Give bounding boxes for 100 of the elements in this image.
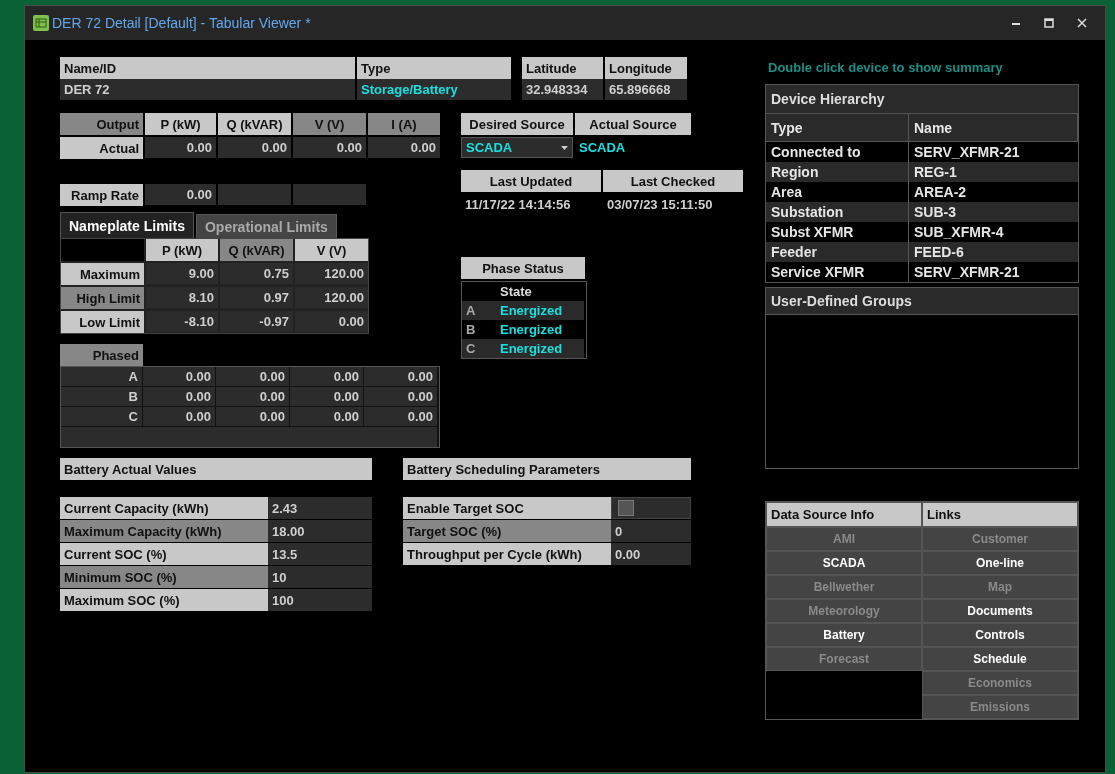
row-header: Ramp Rate bbox=[60, 184, 143, 206]
column-header: Last Checked bbox=[603, 170, 743, 192]
table-cell: REG-1 bbox=[909, 162, 1078, 182]
caret-icon bbox=[561, 145, 568, 150]
window-title: DER 72 Detail [Default] - Tabular Viewer * bbox=[52, 15, 311, 31]
table-cell: Storage/Battery bbox=[357, 79, 511, 100]
table-cell: 9.00 bbox=[146, 263, 218, 284]
table-cell: 0.00 bbox=[293, 137, 366, 158]
table-cell: 120.00 bbox=[295, 287, 368, 308]
table-cell: Substation bbox=[766, 202, 909, 222]
table-cell: Energized bbox=[496, 339, 584, 358]
row-header: Actual bbox=[60, 137, 143, 159]
table-cell: 0.00 bbox=[143, 407, 215, 426]
table-cell: 0.00 bbox=[364, 367, 437, 386]
table-cell: 0.00 bbox=[143, 387, 215, 406]
link-button[interactable]: One-line bbox=[922, 551, 1078, 575]
row-header: Target SOC (%) bbox=[403, 520, 611, 542]
section-header: Phase Status bbox=[461, 257, 585, 279]
table-cell: 0.00 bbox=[295, 311, 368, 332]
row-header: Maximum bbox=[61, 263, 144, 285]
table-cell: Energized bbox=[496, 301, 584, 320]
table-cell: 0.97 bbox=[220, 287, 293, 308]
table-cell: 0.00 bbox=[216, 367, 289, 386]
row-header: Enable Target SOC bbox=[403, 497, 611, 519]
column-header: Latitude bbox=[522, 57, 603, 79]
column-header: I (A) bbox=[368, 113, 440, 135]
tab[interactable]: Operational Limits bbox=[195, 214, 337, 238]
table-cell: 0.00 bbox=[290, 367, 363, 386]
link-button[interactable]: Controls bbox=[922, 623, 1078, 647]
table-cell: 0.00 bbox=[218, 137, 291, 158]
table-cell: 18.00 bbox=[268, 520, 372, 542]
close-icon[interactable] bbox=[1075, 16, 1089, 30]
row-header: Maximum Capacity (kWh) bbox=[60, 520, 268, 542]
data-source-button[interactable]: Battery bbox=[766, 623, 922, 647]
link-button[interactable]: Schedule bbox=[922, 647, 1078, 671]
source-dropdown[interactable]: SCADA bbox=[461, 137, 573, 158]
column-header: Links bbox=[922, 502, 1078, 527]
row-header: C bbox=[61, 407, 142, 426]
section-header: Battery Scheduling Parameters bbox=[403, 458, 691, 480]
table-cell: 0.00 bbox=[368, 137, 440, 158]
table-cell: SUB-3 bbox=[909, 202, 1078, 222]
row-header: Maximum SOC (%) bbox=[60, 589, 268, 611]
section-header: Battery Actual Values bbox=[60, 458, 372, 480]
table-cell: 32.948334 bbox=[522, 79, 603, 100]
column-header: P (kW) bbox=[145, 113, 216, 135]
table-cell: 0.00 bbox=[290, 387, 363, 406]
table-cell: 0.00 bbox=[290, 407, 363, 426]
table-cell: 100 bbox=[268, 589, 372, 611]
table-cell: 0 bbox=[611, 520, 691, 542]
row-header: Minimum SOC (%) bbox=[60, 566, 268, 588]
table-cell: 0.00 bbox=[216, 407, 289, 426]
data-source-button[interactable]: SCADA bbox=[766, 551, 922, 575]
row-header: A bbox=[61, 367, 142, 386]
table-cell: 0.75 bbox=[220, 263, 293, 284]
table-cell: 0.00 bbox=[143, 367, 215, 386]
column-header: Type bbox=[357, 57, 511, 79]
table-icon bbox=[33, 15, 49, 31]
table-cell: DER 72 bbox=[60, 79, 355, 100]
column-header: State bbox=[499, 283, 533, 301]
column-header: Type bbox=[766, 114, 909, 142]
table-cell: -8.10 bbox=[146, 311, 218, 332]
row-header: Low Limit bbox=[61, 311, 144, 333]
column-header: Q (kVAR) bbox=[218, 113, 291, 135]
column-header: Data Source Info bbox=[766, 502, 922, 527]
tab[interactable]: Nameplate Limits bbox=[60, 212, 194, 238]
table-cell: 120.00 bbox=[295, 263, 368, 284]
row-header: A bbox=[462, 301, 496, 320]
table-cell: 2.43 bbox=[268, 497, 372, 519]
checkbox[interactable] bbox=[618, 500, 634, 516]
table-cell: 0.00 bbox=[145, 184, 216, 205]
column-header: V (V) bbox=[295, 239, 368, 261]
row-header: Throughput per Cycle (kWh) bbox=[403, 543, 611, 565]
column-header: P (kW) bbox=[146, 239, 218, 261]
row-header: C bbox=[462, 339, 496, 358]
table-cell: 0.00 bbox=[611, 543, 691, 565]
link-button[interactable]: Documents bbox=[922, 599, 1078, 623]
table-cell: 13.5 bbox=[268, 543, 372, 565]
table-cell: 8.10 bbox=[146, 287, 218, 308]
hint-text: Double click device to show summary bbox=[768, 60, 1004, 77]
table-cell: 0.00 bbox=[216, 387, 289, 406]
row-header: Current SOC (%) bbox=[60, 543, 268, 565]
column-header: Actual Source bbox=[575, 113, 691, 135]
panel-title: Device Hierarchy bbox=[766, 85, 1078, 114]
maximize-icon[interactable] bbox=[1042, 16, 1056, 30]
table-cell: 0.00 bbox=[145, 137, 216, 158]
table-cell: 65.896668 bbox=[605, 79, 687, 100]
row-header: Current Capacity (kWh) bbox=[60, 497, 268, 519]
column-header: Name bbox=[909, 114, 1078, 142]
column-header: Longitude bbox=[605, 57, 687, 79]
column-header: Name/ID bbox=[60, 57, 355, 79]
table-cell: 0.00 bbox=[364, 407, 437, 426]
column-header: Q (kVAR) bbox=[220, 239, 293, 261]
table-cell: 10 bbox=[268, 566, 372, 588]
column-header: Output bbox=[60, 113, 143, 135]
panel-title: User-Defined Groups bbox=[766, 288, 1078, 315]
section-header: Phased bbox=[60, 344, 143, 366]
table-cell: 0.00 bbox=[364, 387, 437, 406]
table-cell: FEED-6 bbox=[909, 242, 1078, 262]
column-header: V (V) bbox=[293, 113, 366, 135]
table-cell: Region bbox=[766, 162, 909, 182]
